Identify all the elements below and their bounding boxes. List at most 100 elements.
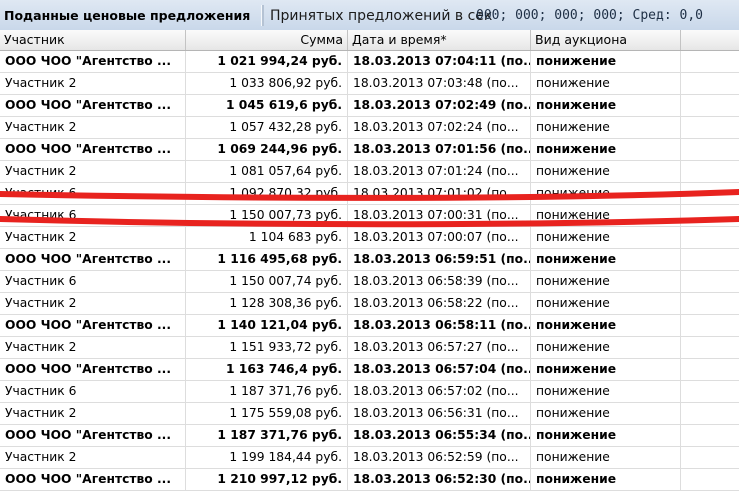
- cell-amount: 1 021 994,24 руб.: [186, 51, 348, 72]
- table-row[interactable]: ООО ЧОО "Агентство ... 1 210 997,12 руб. 1…: [0, 469, 739, 491]
- cell-extra: [681, 161, 739, 182]
- cell-datetime: 18.03.2013 06:57:02 (по...: [348, 381, 531, 402]
- table-row[interactable]: ООО ЧОО "Агентство ... 1 069 244,96 руб. 1…: [0, 139, 739, 161]
- titlebar-divider: [261, 5, 264, 26]
- table-row[interactable]: ООО ЧОО "Агентство ... 1 187 371,76 руб. 1…: [0, 425, 739, 447]
- cell-participant: Участник 2: [0, 161, 186, 182]
- cell-auction-type: понижение: [531, 403, 681, 424]
- cell-datetime: 18.03.2013 06:52:59 (по...: [348, 447, 531, 468]
- table-row[interactable]: Участник 61 187 371,76 руб. 18.03.2013 06…: [0, 381, 739, 403]
- cell-participant: ООО ЧОО "Агентство ...: [0, 139, 186, 160]
- cell-participant: ООО ЧОО "Агентство ...: [0, 425, 186, 446]
- table-row[interactable]: Участник 21 128 308,36 руб. 18.03.2013 06…: [0, 293, 739, 315]
- cell-extra: [681, 227, 739, 248]
- cell-extra: [681, 315, 739, 336]
- table-row[interactable]: ООО ЧОО "Агентство ... 1 116 495,68 руб. 1…: [0, 249, 739, 271]
- table-row[interactable]: ООО ЧОО "Агентство ... 1 045 619,6 руб. 18…: [0, 95, 739, 117]
- cell-auction-type: понижение: [531, 425, 681, 446]
- cell-auction-type: понижение: [531, 161, 681, 182]
- panel-titlebar: Поданные ценовые предложения Принятых пр…: [0, 0, 739, 31]
- bids-table: ООО ЧОО "Агентство ... 1 021 994,24 руб. 1…: [0, 51, 739, 491]
- table-row[interactable]: ООО ЧОО "Агентство ... 1 140 121,04 руб. 1…: [0, 315, 739, 337]
- cell-extra: [681, 51, 739, 72]
- cell-amount: 1 081 057,64 руб.: [186, 161, 348, 182]
- cell-extra: [681, 469, 739, 490]
- cell-extra: [681, 271, 739, 292]
- cell-amount: 1 150 007,74 руб.: [186, 271, 348, 292]
- cell-amount: 1 187 371,76 руб.: [186, 381, 348, 402]
- column-header-datetime[interactable]: Дата и время*: [348, 30, 531, 50]
- table-row[interactable]: Участник 21 199 184,44 руб. 18.03.2013 06…: [0, 447, 739, 469]
- column-header-extra[interactable]: [681, 30, 739, 50]
- cell-participant: Участник 6: [0, 381, 186, 402]
- cell-datetime: 18.03.2013 07:00:07 (по...: [348, 227, 531, 248]
- cell-auction-type: понижение: [531, 337, 681, 358]
- table-row[interactable]: Участник 61 150 007,74 руб. 18.03.2013 06…: [0, 271, 739, 293]
- cell-datetime: 18.03.2013 06:57:04 (по...: [348, 359, 531, 380]
- cell-participant: ООО ЧОО "Агентство ...: [0, 469, 186, 490]
- accepted-per-second-label: Принятых предложений в сек: [270, 8, 493, 24]
- cell-amount: 1 140 121,04 руб.: [186, 315, 348, 336]
- cell-extra: [681, 381, 739, 402]
- cell-amount: 1 150 007,73 руб.: [186, 205, 348, 226]
- cell-extra: [681, 403, 739, 424]
- panel-title: Поданные ценовые предложения: [4, 8, 251, 23]
- cell-participant: Участник 2: [0, 447, 186, 468]
- cell-auction-type: понижение: [531, 359, 681, 380]
- cell-datetime: 18.03.2013 07:02:24 (по...: [348, 117, 531, 138]
- cell-amount: 1 104 683 руб.: [186, 227, 348, 248]
- cell-auction-type: понижение: [531, 183, 681, 204]
- table-row[interactable]: ООО ЧОО "Агентство ... 1 021 994,24 руб. 1…: [0, 51, 739, 73]
- cell-participant: ООО ЧОО "Агентство ...: [0, 51, 186, 72]
- cell-participant: Участник 2: [0, 227, 186, 248]
- cell-participant: Участник 2: [0, 293, 186, 314]
- table-row[interactable]: Участник 61 150 007,73 руб. 18.03.2013 07…: [0, 205, 739, 227]
- cell-datetime: 18.03.2013 07:01:24 (по...: [348, 161, 531, 182]
- cell-auction-type: понижение: [531, 117, 681, 138]
- cell-datetime: 18.03.2013 07:03:48 (по...: [348, 73, 531, 94]
- cell-extra: [681, 337, 739, 358]
- column-header-participant[interactable]: Участник: [0, 30, 186, 50]
- table-row[interactable]: Участник 21 151 933,72 руб. 18.03.2013 06…: [0, 337, 739, 359]
- cell-auction-type: понижение: [531, 73, 681, 94]
- table-row[interactable]: ООО ЧОО "Агентство ... 1 163 746,4 руб. 18…: [0, 359, 739, 381]
- cell-datetime: 18.03.2013 07:01:56 (по...: [348, 139, 531, 160]
- table-row[interactable]: Участник 21 057 432,28 руб. 18.03.2013 07…: [0, 117, 739, 139]
- cell-datetime: 18.03.2013 07:01:02 (по...: [348, 183, 531, 204]
- cell-extra: [681, 293, 739, 314]
- cell-extra: [681, 205, 739, 226]
- cell-datetime: 18.03.2013 07:02:49 (по...: [348, 95, 531, 116]
- cell-amount: 1 128 308,36 руб.: [186, 293, 348, 314]
- column-header-amount[interactable]: Сумма: [186, 30, 348, 50]
- stats-readout: 000; 000; 000; 000; Сред: 0,0: [476, 8, 703, 23]
- cell-datetime: 18.03.2013 06:58:11 (по...: [348, 315, 531, 336]
- table-row[interactable]: Участник 21 104 683 руб. 18.03.2013 07:00…: [0, 227, 739, 249]
- cell-datetime: 18.03.2013 07:04:11 (по...: [348, 51, 531, 72]
- cell-extra: [681, 139, 739, 160]
- cell-auction-type: понижение: [531, 293, 681, 314]
- cell-auction-type: понижение: [531, 447, 681, 468]
- cell-extra: [681, 95, 739, 116]
- cell-amount: 1 057 432,28 руб.: [186, 117, 348, 138]
- table-row[interactable]: Участник 21 175 559,08 руб. 18.03.2013 06…: [0, 403, 739, 425]
- cell-auction-type: понижение: [531, 315, 681, 336]
- cell-extra: [681, 447, 739, 468]
- column-header-auction-type[interactable]: Вид аукциона: [531, 30, 681, 50]
- cell-participant: ООО ЧОО "Агентство ...: [0, 249, 186, 270]
- cell-amount: 1 033 806,92 руб.: [186, 73, 348, 94]
- cell-amount: 1 069 244,96 руб.: [186, 139, 348, 160]
- cell-extra: [681, 249, 739, 270]
- cell-participant: Участник 2: [0, 403, 186, 424]
- cell-extra: [681, 73, 739, 94]
- cell-amount: 1 092 870,32 руб.: [186, 183, 348, 204]
- table-row[interactable]: Участник 61 092 870,32 руб. 18.03.2013 07…: [0, 183, 739, 205]
- cell-amount: 1 199 184,44 руб.: [186, 447, 348, 468]
- cell-auction-type: понижение: [531, 51, 681, 72]
- cell-datetime: 18.03.2013 06:58:39 (по...: [348, 271, 531, 292]
- table-row[interactable]: Участник 21 081 057,64 руб. 18.03.2013 07…: [0, 161, 739, 183]
- cell-auction-type: понижение: [531, 227, 681, 248]
- cell-participant: ООО ЧОО "Агентство ...: [0, 315, 186, 336]
- cell-extra: [681, 425, 739, 446]
- cell-participant: ООО ЧОО "Агентство ...: [0, 359, 186, 380]
- table-row[interactable]: Участник 21 033 806,92 руб. 18.03.2013 07…: [0, 73, 739, 95]
